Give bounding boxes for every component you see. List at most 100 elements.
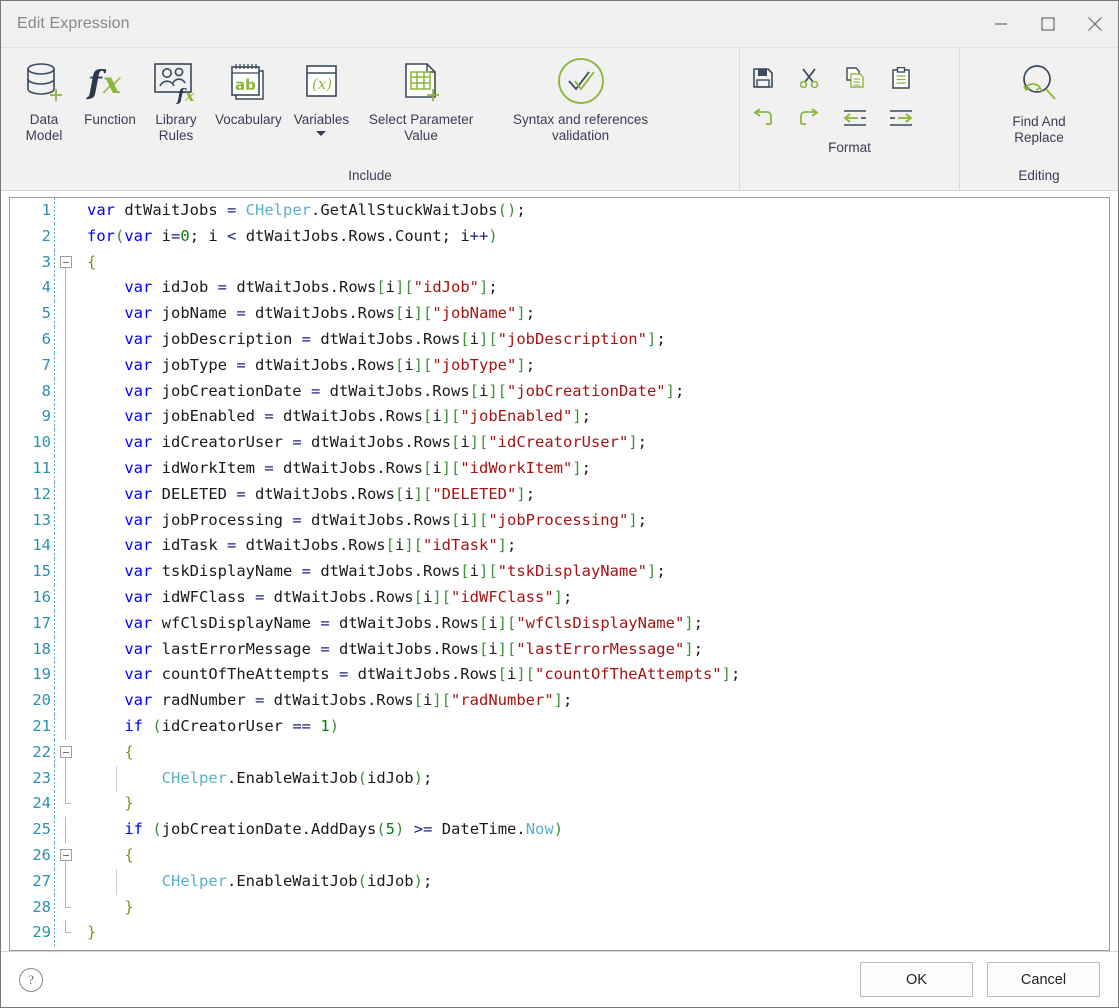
cut-icon <box>798 67 820 94</box>
code-line[interactable]: 9 var jobEnabled = dtWaitJobs.Rows[i]["j… <box>10 404 1109 431</box>
code-line[interactable]: 21 if (idCreatorUser == 1) <box>10 713 1109 740</box>
fold-column[interactable] <box>56 713 78 740</box>
fold-column[interactable] <box>56 507 78 534</box>
fold-column[interactable] <box>56 791 78 817</box>
gutter-separator <box>54 739 55 766</box>
line-number: 29 <box>32 923 51 942</box>
fold-column[interactable] <box>56 404 78 431</box>
library-rules-button[interactable]: f x Library Rules <box>143 48 209 144</box>
code-line[interactable]: 10 var idCreatorUser = dtWaitJobs.Rows[i… <box>10 430 1109 456</box>
code-line[interactable]: 5 var jobName = dtWaitJobs.Rows[i]["jobN… <box>10 301 1109 327</box>
code-line[interactable]: 28 } <box>10 894 1109 921</box>
code-line[interactable]: 11 var idWorkItem = dtWaitJobs.Rows[i]["… <box>10 455 1109 482</box>
fold-column[interactable] <box>56 662 78 689</box>
code-line[interactable]: 20 var radNumber = dtWaitJobs.Rows[i]["r… <box>10 688 1109 714</box>
code-line[interactable]: 26 { <box>10 842 1109 869</box>
chevron-down-icon[interactable] <box>316 131 327 136</box>
code-line[interactable]: 1 var dtWaitJobs = CHelper.GetAllStuckWai… <box>10 198 1109 224</box>
cancel-button[interactable]: Cancel <box>987 962 1100 997</box>
indent-button[interactable] <box>881 103 921 137</box>
code-line[interactable]: 3{ <box>10 249 1109 276</box>
fold-column[interactable] <box>56 817 78 843</box>
find-and-replace-button[interactable]: Find And Replace <box>973 48 1105 146</box>
gutter-separator <box>54 326 55 353</box>
paste-icon <box>890 66 912 94</box>
undo-button[interactable] <box>743 103 783 137</box>
ok-button[interactable]: OK <box>860 962 973 997</box>
code-area[interactable]: 1 var dtWaitJobs = CHelper.GetAllStuckWai… <box>10 198 1109 950</box>
fold-collapse-icon[interactable] <box>60 745 72 758</box>
fold-column[interactable] <box>56 481 78 508</box>
variables-button[interactable]: (x) Variables <box>288 48 355 136</box>
fold-column[interactable] <box>56 559 78 585</box>
fold-column[interactable] <box>56 224 78 250</box>
close-button[interactable] <box>1071 2 1118 47</box>
gutter-separator <box>54 481 55 508</box>
paste-button[interactable] <box>881 63 921 97</box>
function-button[interactable]: f x Function <box>77 48 143 128</box>
help-icon[interactable]: ? <box>19 967 43 992</box>
code-line[interactable]: 29} <box>10 920 1109 947</box>
maximize-button[interactable] <box>1024 2 1071 47</box>
fold-column[interactable] <box>56 920 78 946</box>
code-line[interactable]: 22 { <box>10 739 1109 766</box>
vocabulary-button[interactable]: ab Vocabulary <box>209 48 288 128</box>
code-text: } <box>87 923 97 942</box>
minimize-button[interactable] <box>977 2 1024 47</box>
code-line[interactable]: 19 var countOfTheAttempts = dtWaitJobs.R… <box>10 662 1109 689</box>
fold-guide <box>65 301 66 327</box>
fold-column[interactable] <box>56 533 78 560</box>
code-line[interactable]: 25 if (jobCreationDate.AddDays(5) >= Dat… <box>10 817 1109 843</box>
fold-column[interactable] <box>56 301 78 327</box>
syntax-validation-button[interactable]: Syntax and references validation <box>487 48 674 144</box>
format-group-label: Format <box>828 140 871 155</box>
code-line[interactable]: 4 var idJob = dtWaitJobs.Rows[i]["idJob"… <box>10 275 1109 302</box>
code-line[interactable]: 27 CHelper.EnableWaitJob(idJob); <box>10 868 1109 895</box>
fold-column[interactable] <box>56 894 78 921</box>
code-editor[interactable]: 1 var dtWaitJobs = CHelper.GetAllStuckWai… <box>9 197 1110 951</box>
cut-button[interactable] <box>789 63 829 97</box>
fold-column[interactable] <box>56 275 78 302</box>
code-line[interactable]: 7 var jobType = dtWaitJobs.Rows[i]["jobT… <box>10 352 1109 379</box>
fold-column[interactable] <box>56 868 78 895</box>
fold-column[interactable] <box>56 636 78 663</box>
data-model-button[interactable]: Data Model <box>11 48 77 144</box>
fold-column[interactable] <box>56 326 78 353</box>
code-line[interactable]: 14 var idTask = dtWaitJobs.Rows[i]["idTa… <box>10 533 1109 560</box>
code-line[interactable]: 12 var DELETED = dtWaitJobs.Rows[i]["DEL… <box>10 481 1109 508</box>
code-line[interactable]: 17 var wfClsDisplayName = dtWaitJobs.Row… <box>10 610 1109 637</box>
code-text: var dtWaitJobs = CHelper.GetAllStuckWait… <box>87 201 526 219</box>
fold-column[interactable] <box>56 352 78 379</box>
vocabulary-label: Vocabulary <box>215 112 282 127</box>
redo-button[interactable] <box>789 103 829 137</box>
code-line[interactable]: 2 for(var i=0; i < dtWaitJobs.Rows.Count;… <box>10 223 1109 250</box>
fold-column[interactable] <box>56 455 78 482</box>
fold-column[interactable] <box>56 843 78 869</box>
fold-column[interactable] <box>56 250 78 276</box>
fold-column[interactable] <box>56 430 78 456</box>
code-line[interactable]: 6 var jobDescription = dtWaitJobs.Rows[i… <box>10 326 1109 353</box>
code-line[interactable]: 18 var lastErrorMessage = dtWaitJobs.Row… <box>10 636 1109 663</box>
maximize-icon <box>1040 17 1055 31</box>
select-parameter-value-button[interactable]: Select Parameter Value <box>355 48 487 144</box>
code-line[interactable]: 16 var idWFClass = dtWaitJobs.Rows[i]["i… <box>10 584 1109 611</box>
fold-column[interactable] <box>56 765 78 792</box>
fold-column[interactable] <box>56 740 78 766</box>
fold-column[interactable] <box>56 198 78 224</box>
fold-column[interactable] <box>56 688 78 714</box>
code-line[interactable]: 8 var jobCreationDate = dtWaitJobs.Rows[… <box>10 378 1109 405</box>
code-line[interactable]: 15 var tskDisplayName = dtWaitJobs.Rows[… <box>10 559 1109 585</box>
code-line[interactable]: 24 } <box>10 791 1109 818</box>
fold-column[interactable] <box>56 378 78 405</box>
code-line[interactable]: 13 var jobProcessing = dtWaitJobs.Rows[i… <box>10 507 1109 534</box>
save-button[interactable] <box>743 63 783 97</box>
fold-collapse-icon[interactable] <box>60 848 72 861</box>
gutter-separator <box>54 688 55 714</box>
copy-button[interactable] <box>835 63 875 97</box>
fold-column[interactable] <box>56 584 78 611</box>
outdent-button[interactable] <box>835 103 875 137</box>
code-line[interactable]: 23 CHelper.EnableWaitJob(idJob); <box>10 765 1109 792</box>
fold-column[interactable] <box>56 610 78 637</box>
syntax-validation-label: Syntax and references validation <box>513 112 649 143</box>
fold-collapse-icon[interactable] <box>60 255 72 268</box>
